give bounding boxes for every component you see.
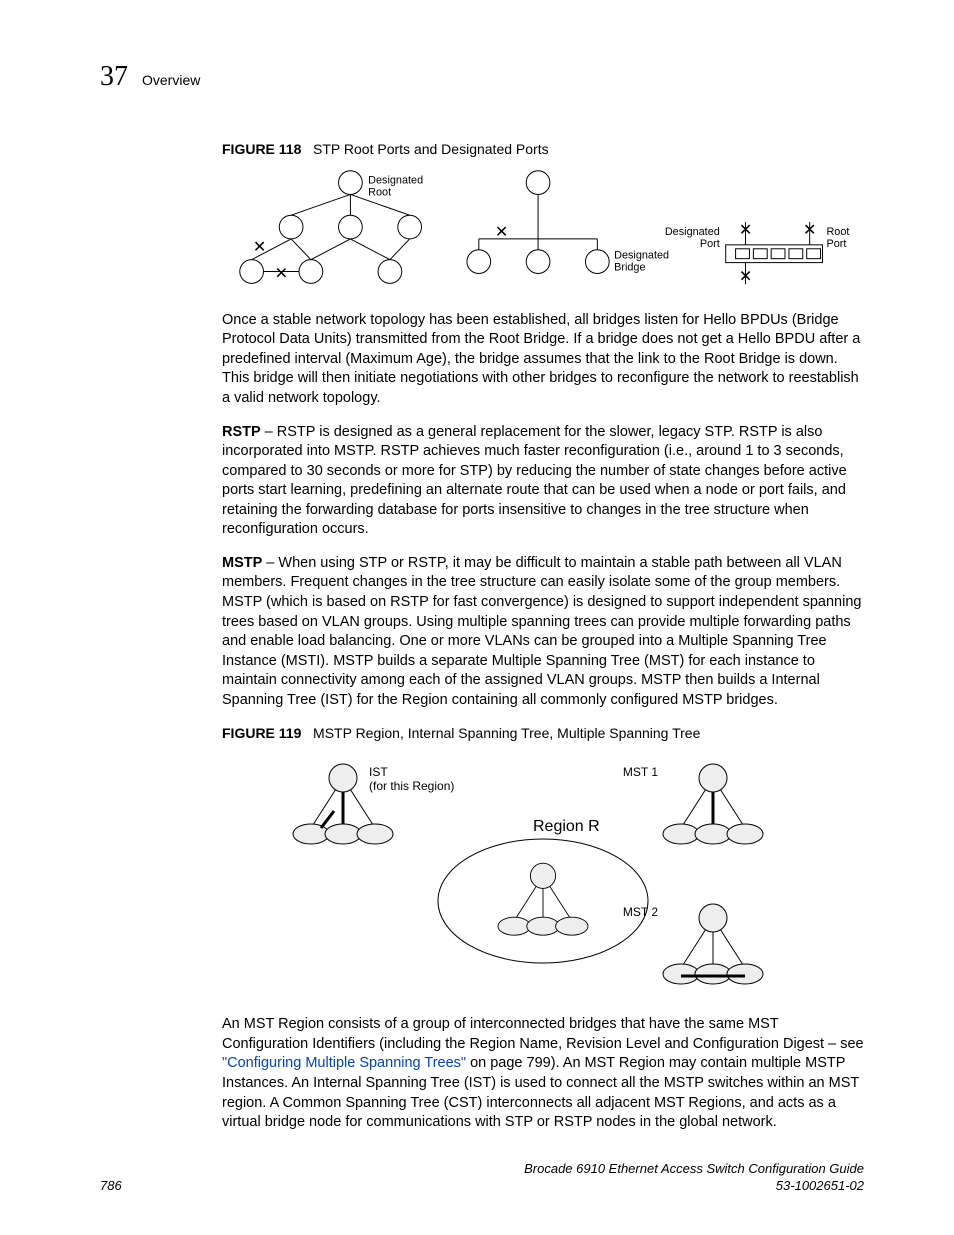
- section-title: Overview: [142, 71, 200, 90]
- svg-text:Root: Root: [826, 226, 849, 238]
- svg-text:MST 1: MST 1: [623, 765, 658, 779]
- svg-text:✕: ✕: [253, 238, 266, 255]
- paragraph-mstp: MSTP – When using STP or RSTP, it may be…: [222, 554, 864, 711]
- paragraph-rstp: RSTP – RSTP is designed as a general rep…: [222, 423, 864, 540]
- svg-text:Designated: Designated: [665, 226, 720, 238]
- paragraph-stable-topology: Once a stable network topology has been …: [222, 311, 864, 409]
- svg-text:Port: Port: [826, 238, 846, 250]
- svg-text:MST 2: MST 2: [623, 905, 658, 919]
- svg-text:Root: Root: [368, 186, 391, 198]
- figure-119-caption: FIGURE 119 MSTP Region, Internal Spannin…: [222, 724, 864, 743]
- svg-text:Region R: Region R: [533, 818, 600, 835]
- svg-text:(for this Region): (for this Region): [369, 779, 454, 793]
- figure-119-diagram: IST (for this Region) Region R MST 1: [222, 751, 864, 1001]
- svg-text:Designated: Designated: [614, 249, 669, 261]
- svg-text:✕: ✕: [495, 224, 508, 241]
- svg-text:Port: Port: [700, 238, 720, 250]
- svg-text:Designated: Designated: [368, 174, 423, 186]
- svg-text:✕: ✕: [739, 222, 752, 239]
- svg-text:✕: ✕: [803, 222, 816, 239]
- svg-text:Bridge: Bridge: [614, 261, 645, 273]
- figure-118-diagram: ✕ ✕ Designated Root: [222, 167, 864, 297]
- footer-doc: Brocade 6910 Ethernet Access Switch Conf…: [524, 1160, 864, 1195]
- chapter-number: 37: [100, 58, 128, 96]
- page-number: 786: [100, 1177, 122, 1195]
- svg-text:✕: ✕: [739, 268, 752, 285]
- svg-text:✕: ✕: [275, 265, 288, 282]
- page-footer: 786 Brocade 6910 Ethernet Access Switch …: [100, 1160, 864, 1195]
- svg-text:IST: IST: [369, 765, 388, 779]
- paragraph-mst-region: An MST Region consists of a group of int…: [222, 1015, 864, 1132]
- link-config-multiple-spanning-trees[interactable]: "Configuring Multiple Spanning Trees": [222, 1055, 466, 1071]
- page-header: 37 Overview: [100, 58, 864, 96]
- figure-118-caption: FIGURE 118 STP Root Ports and Designated…: [222, 140, 864, 159]
